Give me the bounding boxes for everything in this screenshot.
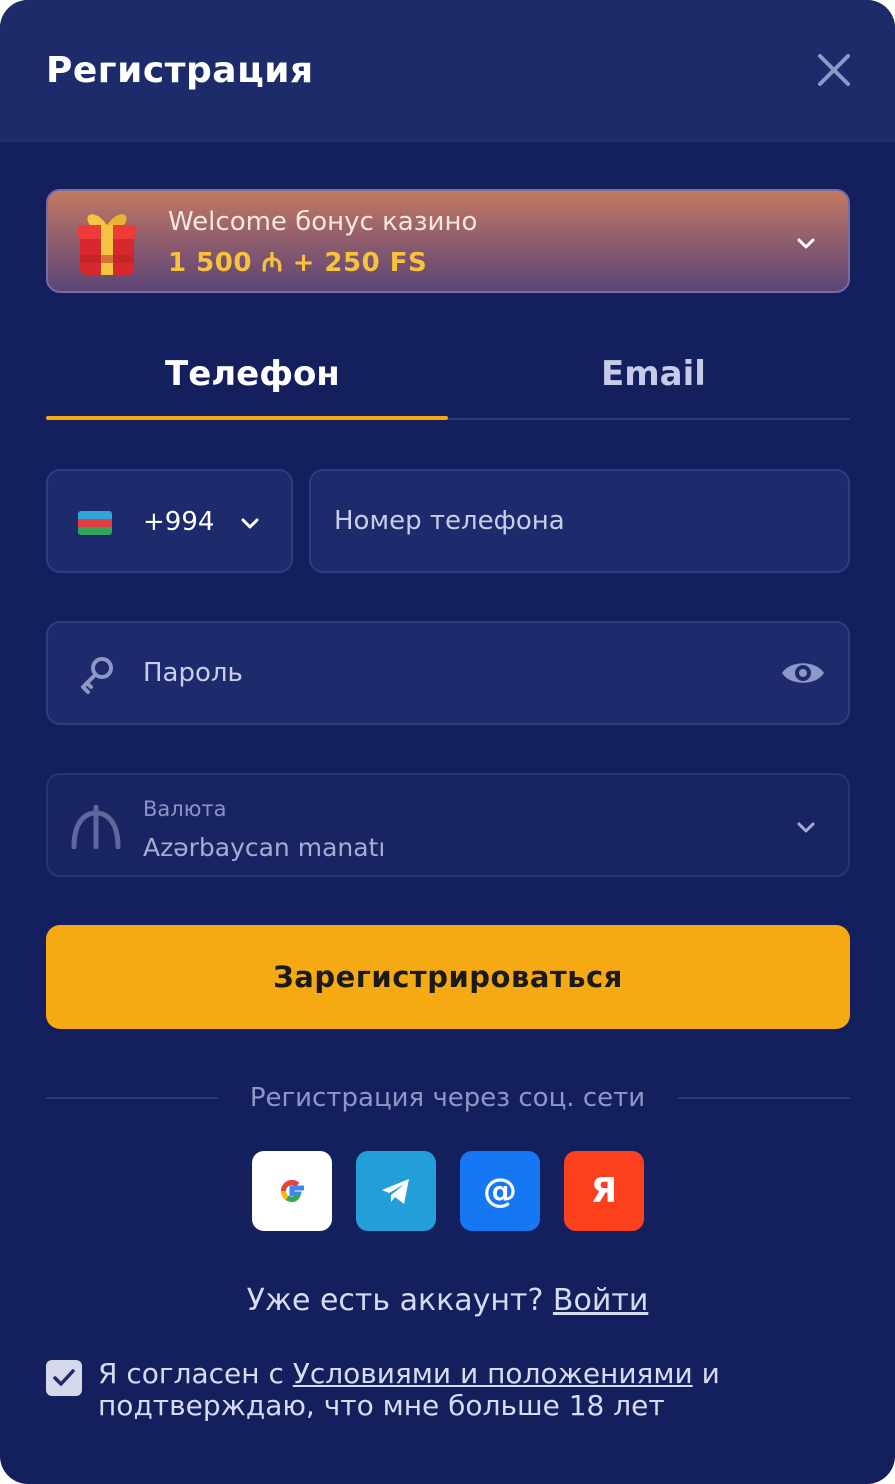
bonus-label: Welcome бонус казино [168,207,478,237]
chevron-down-icon [797,822,815,833]
agreement-checkbox[interactable] [46,1360,82,1396]
check-icon [53,1369,75,1386]
terms-link[interactable]: Условиями и положениями [293,1357,693,1390]
chevron-down-icon [797,238,815,249]
login-link[interactable]: Войти [553,1283,648,1318]
tab-email[interactable]: Email [601,354,706,394]
close-icon[interactable] [812,48,856,92]
google-login-button[interactable] [252,1151,332,1231]
yandex-icon: Я [590,1171,618,1211]
registration-modal: Регистрация Welcome бонус казино 1 500 ₼… [0,0,895,1484]
phone-input[interactable] [311,471,848,571]
agreement-text: Я согласен с Условиями и положениями и п… [98,1358,838,1422]
gift-icon [78,214,136,275]
phone-field [309,469,850,573]
manat-icon [71,805,121,849]
telegram-login-button[interactable] [356,1151,436,1231]
tab-active-indicator [46,416,448,420]
currency-select[interactable]: Валюта Azərbaycan manatı [46,773,850,877]
agreement-prefix: Я согласен с [98,1357,284,1390]
telegram-icon [382,1179,409,1204]
social-heading: Регистрация через соц. сети [249,1083,646,1113]
page-title: Регистрация [46,50,314,91]
country-code: +994 [143,507,215,537]
password-input[interactable] [48,623,848,723]
chevron-down-icon [241,518,259,529]
mail-ru-login-button[interactable]: @ [460,1151,540,1231]
yandex-login-button[interactable]: Я [564,1151,644,1231]
password-field [46,621,850,725]
country-code-select[interactable]: +994 [46,469,293,573]
bonus-amount: 1 500 ₼ + 250 FS [168,248,428,278]
eye-icon[interactable] [780,655,826,691]
google-icon [280,1179,304,1203]
tab-phone[interactable]: Телефон [165,354,340,394]
currency-value: Azərbaycan manatı [143,833,386,862]
welcome-bonus-dropdown[interactable]: Welcome бонус казино 1 500 ₼ + 250 FS [46,189,850,293]
login-prompt: Уже есть аккаунт? [246,1283,544,1318]
mail-ru-icon: @ [483,1171,517,1211]
register-button[interactable]: Зарегистрироваться [46,925,850,1029]
login-row: Уже есть аккаунт? Войти [0,1283,895,1318]
modal-header: Регистрация [0,0,895,142]
currency-label: Валюта [143,797,227,821]
azerbaijan-flag-icon [78,511,112,535]
